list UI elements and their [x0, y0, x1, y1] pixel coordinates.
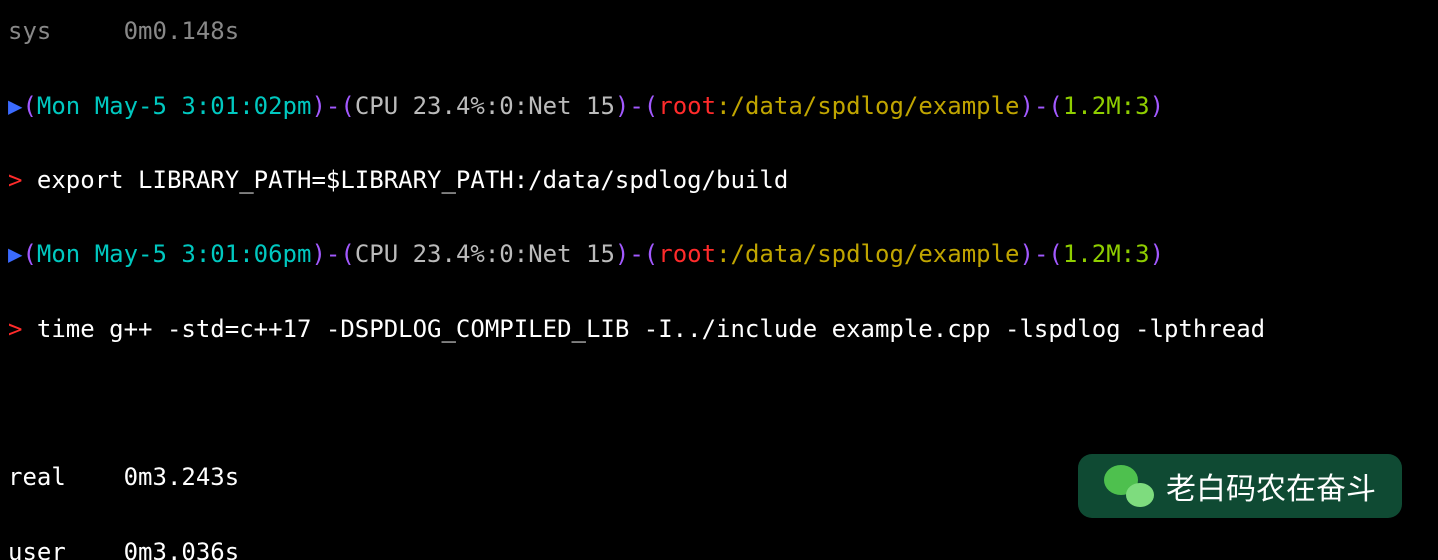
prompt-symbol: >	[8, 315, 22, 343]
prompt-arrow-icon: ▶	[8, 240, 22, 268]
timing-row: sys 0m0.148s	[8, 13, 1430, 50]
wechat-icon	[1104, 465, 1154, 507]
command-text: time g++ -std=c++17 -DSPDLOG_COMPILED_LI…	[37, 315, 1265, 343]
prompt-path: /data/spdlog/example	[731, 240, 1020, 268]
prompt-line: ▶(Mon May-5 3:01:02pm)-(CPU 23.4%:0:Net …	[8, 88, 1430, 125]
timing-value: 0m3.243s	[124, 463, 240, 491]
watermark-text: 老白码农在奋斗	[1166, 464, 1376, 508]
prompt-user: root	[658, 240, 716, 268]
timing-row: user 0m3.036s	[8, 534, 1430, 560]
timing-value: 0m0.148s	[124, 17, 240, 45]
blank-line	[8, 385, 1430, 422]
command-line: > time g++ -std=c++17 -DSPDLOG_COMPILED_…	[8, 311, 1430, 348]
prompt-date: Mon May-5	[37, 92, 167, 120]
timing-value: 0m3.036s	[124, 538, 240, 560]
prompt-date: Mon May-5	[37, 240, 167, 268]
timing-label: real	[8, 463, 66, 491]
prompt-time: 3:01:02pm	[181, 92, 311, 120]
prompt-disk: 1.2M:3	[1063, 240, 1150, 268]
prompt-arrow-icon: ▶	[8, 92, 22, 120]
prompt-cpu: CPU 23.4%:0:Net 15	[355, 240, 615, 268]
watermark-badge: 老白码农在奋斗	[1078, 454, 1402, 518]
prompt-user: root	[658, 92, 716, 120]
command-text: export LIBRARY_PATH=$LIBRARY_PATH:/data/…	[37, 166, 788, 194]
command-line: > export LIBRARY_PATH=$LIBRARY_PATH:/dat…	[8, 162, 1430, 199]
prompt-time: 3:01:06pm	[181, 240, 311, 268]
prompt-symbol: >	[8, 166, 22, 194]
prompt-path: /data/spdlog/example	[731, 92, 1020, 120]
timing-label: sys	[8, 17, 51, 45]
timing-label: user	[8, 538, 66, 560]
prompt-cpu: CPU 23.4%:0:Net 15	[355, 92, 615, 120]
prompt-disk: 1.2M:3	[1063, 92, 1150, 120]
prompt-line: ▶(Mon May-5 3:01:06pm)-(CPU 23.4%:0:Net …	[8, 236, 1430, 273]
